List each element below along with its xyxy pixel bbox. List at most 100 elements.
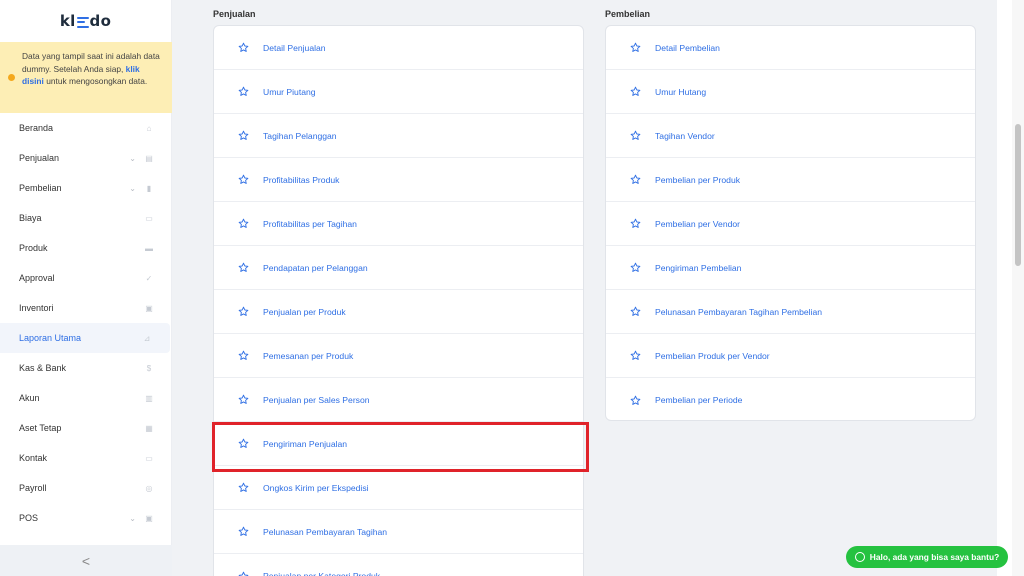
star-icon[interactable] <box>630 42 655 53</box>
chat-help-button[interactable]: Halo, ada yang bisa saya bantu? <box>846 546 1008 568</box>
report-link-pengiriman-penjualan[interactable]: Pengiriman Penjualan <box>214 422 583 466</box>
penjualan-section-title: Penjualan <box>213 9 256 19</box>
check-icon: ✓ <box>145 273 153 283</box>
report-link-penjualan-per-produk[interactable]: Penjualan per Produk <box>214 290 583 334</box>
scrollbar-thumb[interactable] <box>1015 124 1021 266</box>
sidebar-item-laporan-utama[interactable]: Laporan Utama ⊿ <box>0 323 170 353</box>
report-link-label: Ongkos Kirim per Ekspedisi <box>263 482 369 493</box>
sidebar-item-pembelian[interactable]: Pembelian ⌄ ▮ <box>0 173 172 203</box>
pos-icon: ▣ <box>145 513 153 523</box>
sidebar-item-label: Produk <box>19 243 48 253</box>
chevron-down-icon[interactable]: ⌄ <box>129 514 136 523</box>
star-icon[interactable] <box>630 262 655 273</box>
sidebar-item-produk[interactable]: Produk ▬ <box>0 233 172 263</box>
star-icon[interactable] <box>630 306 655 317</box>
report-link-label: Detail Pembelian <box>655 42 720 53</box>
star-icon[interactable] <box>630 218 655 229</box>
star-icon[interactable] <box>238 42 263 53</box>
sidebar-item-approval[interactable]: Approval ✓ <box>0 263 172 293</box>
sidebar-item-inventori[interactable]: Inventori ▣ <box>0 293 172 323</box>
star-icon[interactable] <box>238 262 263 273</box>
report-link-label: Pelunasan Pembayaran Tagihan <box>263 526 388 537</box>
sidebar-item-beranda[interactable]: Beranda ⌂ <box>0 113 172 143</box>
sidebar-item-label: Pembelian <box>19 183 62 193</box>
report-link-pembelian-per-vendor[interactable]: Pembelian per Vendor <box>606 202 975 246</box>
report-link-detail-pembelian[interactable]: Detail Pembelian <box>606 26 975 70</box>
sidebar-item-biaya[interactable]: Biaya ▭ <box>0 203 172 233</box>
report-link-label: Pemesanan per Produk <box>263 350 354 361</box>
report-link-penjualan-per-kategori-produk[interactable]: Penjualan per Kategori Produk <box>214 554 583 576</box>
chevron-down-icon[interactable]: ⌄ <box>129 184 136 193</box>
star-icon[interactable] <box>238 482 263 493</box>
report-link-tagihan-pelanggan[interactable]: Tagihan Pelanggan <box>214 114 583 158</box>
report-link-pembelian-per-produk[interactable]: Pembelian per Produk <box>606 158 975 202</box>
sidebar-item-kas-bank[interactable]: Kas & Bank $ <box>0 353 172 383</box>
star-icon[interactable] <box>238 571 263 576</box>
chevron-down-icon[interactable]: ⌄ <box>129 154 136 163</box>
sidebar-item-payroll[interactable]: Payroll ◎ <box>0 473 172 503</box>
logo-mark-icon <box>76 16 89 28</box>
star-icon[interactable] <box>630 86 655 97</box>
payroll-icon: ◎ <box>145 483 153 493</box>
report-link-label: Pendapatan per Pelanggan <box>263 262 368 273</box>
star-icon[interactable] <box>238 394 263 405</box>
contact-icon: ▭ <box>145 453 153 463</box>
sidebar-item-label: Penjualan <box>19 153 60 163</box>
report-link-profitabilitas-produk[interactable]: Profitabilitas Produk <box>214 158 583 202</box>
report-link-label: Pembelian per Produk <box>655 174 741 185</box>
report-link-profitabilitas-per-tagihan[interactable]: Profitabilitas per Tagihan <box>214 202 583 246</box>
basket-icon: ▤ <box>145 153 153 163</box>
report-link-pengiriman-pembelian[interactable]: Pengiriman Pembelian <box>606 246 975 290</box>
sidebar: kl do Data yang tampil saat ini adalah da… <box>0 0 172 576</box>
logo-text-left: kl <box>59 12 76 30</box>
sidebar-item-label: Beranda <box>19 123 54 133</box>
sidebar-item-label: Kontak <box>19 453 48 463</box>
sidebar-item-aset-tetap[interactable]: Aset Tetap ▦ <box>0 413 172 443</box>
report-link-ongkos-kirim-per-ekspedisi[interactable]: Ongkos Kirim per Ekspedisi <box>214 466 583 510</box>
report-link-label: Penjualan per Sales Person <box>263 394 370 405</box>
report-link-label: Penjualan per Kategori Produk <box>263 571 381 576</box>
report-link-penjualan-per-sales-person[interactable]: Penjualan per Sales Person <box>214 378 583 422</box>
report-link-pemesanan-per-produk[interactable]: Pemesanan per Produk <box>214 334 583 378</box>
logo-text-right: do <box>89 12 112 30</box>
card-icon: ▭ <box>145 213 153 223</box>
sidebar-item-akun[interactable]: Akun ▥ <box>0 383 172 413</box>
report-link-pelunasan-pembayaran-tagihan-pembelian[interactable]: Pelunasan Pembayaran Tagihan Pembelian <box>606 290 975 334</box>
bag-icon: ▮ <box>146 183 152 193</box>
scrollbar[interactable] <box>1012 0 1024 576</box>
sidebar-item-kontak[interactable]: Kontak ▭ <box>0 443 172 473</box>
sidebar-item-penjualan[interactable]: Penjualan ⌄ ▤ <box>0 143 172 173</box>
collapse-sidebar-button[interactable]: < <box>0 545 172 576</box>
star-icon[interactable] <box>630 130 655 141</box>
star-icon[interactable] <box>238 218 263 229</box>
report-link-pembelian-per-periode[interactable]: Pembelian per Periode <box>606 378 975 422</box>
star-icon[interactable] <box>238 130 263 141</box>
star-icon[interactable] <box>238 86 263 97</box>
report-link-tagihan-vendor[interactable]: Tagihan Vendor <box>606 114 975 158</box>
report-link-detail-penjualan[interactable]: Detail Penjualan <box>214 26 583 70</box>
star-icon[interactable] <box>238 174 263 185</box>
report-link-label: Pembelian per Vendor <box>655 218 741 229</box>
sidebar-menu: Beranda ⌂ Penjualan ⌄ ▤ Pembelian ⌄ ▮ Biaya ▭ Prod… <box>0 113 172 533</box>
star-icon[interactable] <box>630 395 655 406</box>
star-icon[interactable] <box>238 438 263 449</box>
star-icon[interactable] <box>238 306 263 317</box>
sidebar-item-pos[interactable]: POS ⌄ ▣ <box>0 503 172 533</box>
report-link-pembelian-produk-per-vendor[interactable]: Pembelian Produk per Vendor <box>606 334 975 378</box>
star-icon[interactable] <box>630 350 655 361</box>
chart-icon: ⊿ <box>143 333 151 343</box>
logo[interactable]: kl do <box>0 0 171 42</box>
report-link-umur-hutang[interactable]: Umur Hutang <box>606 70 975 114</box>
star-icon[interactable] <box>630 174 655 185</box>
report-link-label: Profitabilitas per Tagihan <box>263 218 357 229</box>
report-link-umur-piutang[interactable]: Umur Piutang <box>214 70 583 114</box>
star-icon[interactable] <box>238 350 263 361</box>
star-icon[interactable] <box>238 526 263 537</box>
warning-dot-icon <box>8 74 15 81</box>
pembelian-report-card: Detail Pembelian Umur Hutang Tagihan Vendo… <box>605 25 976 421</box>
sidebar-item-label: POS <box>19 513 39 523</box>
report-link-pelunasan-pembayaran-tagihan[interactable]: Pelunasan Pembayaran Tagihan <box>214 510 583 554</box>
report-link-pendapatan-per-pelanggan[interactable]: Pendapatan per Pelanggan <box>214 246 583 290</box>
dollar-icon: $ <box>146 363 152 373</box>
sidebar-item-label: Akun <box>19 393 40 403</box>
